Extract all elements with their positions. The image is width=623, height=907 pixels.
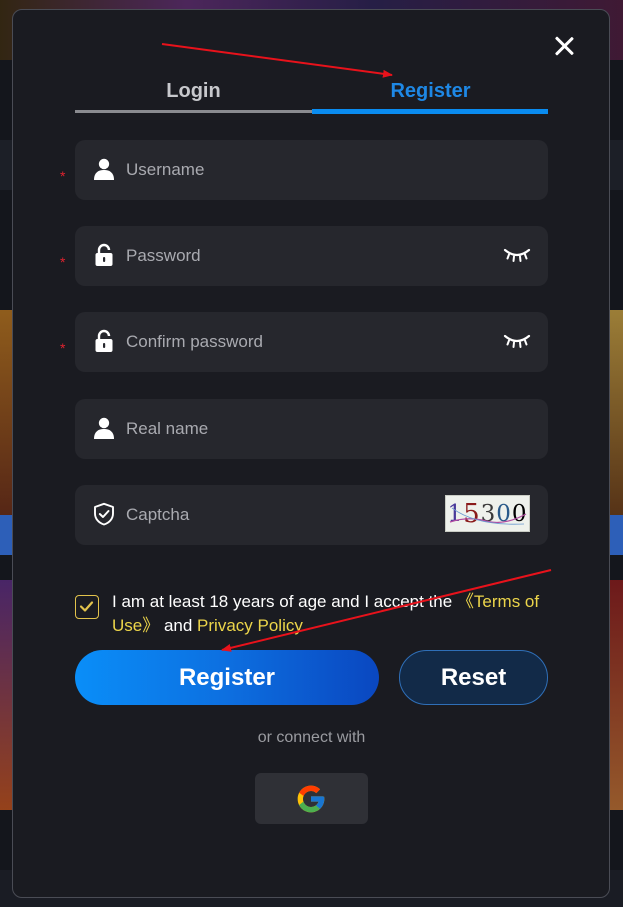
background-game-label bbox=[609, 515, 623, 555]
required-mark: * bbox=[60, 168, 66, 184]
register-modal: Login Register * * bbox=[12, 9, 610, 898]
password-field-wrapper: * bbox=[60, 226, 548, 286]
confirm-password-input[interactable] bbox=[126, 312, 486, 372]
tab-register[interactable]: Register bbox=[312, 76, 549, 116]
password-input[interactable] bbox=[126, 226, 486, 286]
confirm-password-field-wrapper: * bbox=[60, 312, 548, 372]
lock-icon bbox=[95, 329, 113, 352]
user-icon bbox=[94, 417, 114, 439]
auth-tabs: Login Register bbox=[75, 76, 548, 116]
tab-register-underline bbox=[312, 109, 548, 114]
age-terms-agreement: I am at least 18 years of age and I acce… bbox=[75, 590, 548, 640]
reset-button[interactable]: Reset bbox=[399, 650, 548, 705]
captcha-image[interactable]: 1 5 3 0 0 bbox=[445, 495, 530, 532]
agreement-text-prefix: I am at least 18 years of age and I acce… bbox=[112, 592, 457, 611]
required-mark: * bbox=[60, 254, 66, 270]
username-field-wrapper: * bbox=[60, 140, 548, 200]
eye-closed-icon[interactable] bbox=[503, 246, 531, 264]
google-icon bbox=[297, 785, 325, 813]
register-button[interactable]: Register bbox=[75, 650, 379, 705]
user-icon bbox=[94, 158, 114, 180]
captcha-field-wrapper: 1 5 3 0 0 bbox=[75, 485, 548, 545]
agreement-text-and: and bbox=[159, 616, 198, 635]
google-login-button[interactable] bbox=[255, 773, 368, 824]
shield-check-icon bbox=[94, 502, 114, 526]
close-icon[interactable] bbox=[550, 32, 578, 60]
checkmark-icon bbox=[79, 601, 94, 612]
eye-closed-icon[interactable] bbox=[503, 332, 531, 350]
captcha-noise bbox=[449, 507, 527, 525]
tab-register-label: Register bbox=[390, 80, 471, 102]
agreement-text: I am at least 18 years of age and I acce… bbox=[112, 590, 548, 638]
agree-checkbox[interactable] bbox=[75, 595, 99, 619]
privacy-policy-link[interactable]: Privacy Policy bbox=[197, 616, 303, 635]
real-name-input[interactable] bbox=[126, 399, 486, 459]
tab-login[interactable]: Login bbox=[75, 76, 312, 116]
tab-login-label: Login bbox=[166, 80, 221, 102]
captcha-input[interactable] bbox=[126, 485, 426, 545]
real-name-field-wrapper bbox=[75, 399, 548, 459]
username-input[interactable] bbox=[126, 140, 486, 200]
tab-login-underline bbox=[75, 110, 312, 113]
connect-with-label: or connect with bbox=[257, 729, 366, 746]
lock-icon bbox=[95, 243, 113, 266]
required-mark: * bbox=[60, 340, 66, 356]
